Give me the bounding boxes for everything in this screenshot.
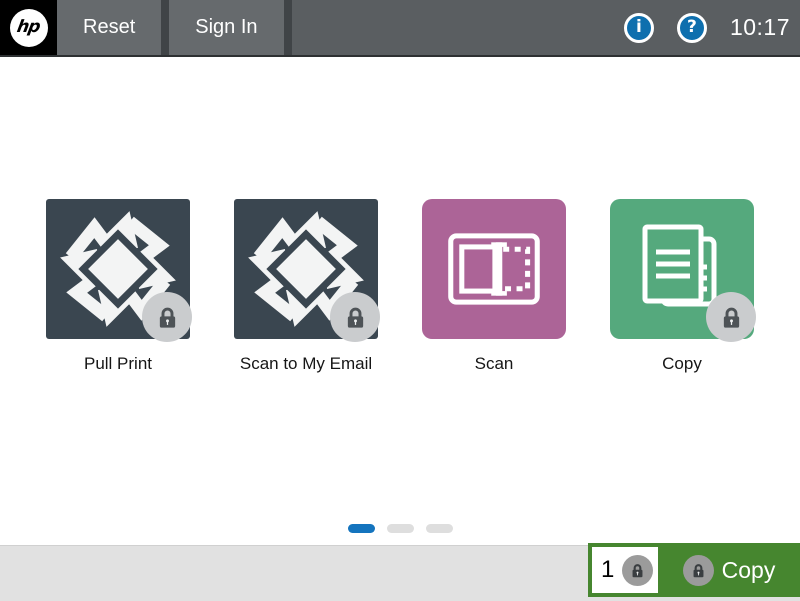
scan-tile[interactable] [422,199,566,339]
page-indicator [0,524,800,533]
home-apps-row: Pull Print [0,199,800,374]
hp-logo[interactable]: hp [0,0,57,55]
copy-tile[interactable] [610,199,754,339]
printer-home-screen: hp Reset Sign In i ? 10:17 [0,0,800,601]
tile-label: Pull Print [46,354,190,374]
info-icon[interactable]: i [624,13,654,43]
lock-badge [330,292,380,342]
copy-quantity-field[interactable]: 1 [592,547,658,593]
lock-badge [142,292,192,342]
lock-badge [706,292,756,342]
hp-logo-circle: hp [10,9,48,47]
help-icon[interactable]: ? [677,13,707,43]
clock: 10:17 [730,14,790,41]
sign-in-button[interactable]: Sign In [169,0,283,55]
reset-button[interactable]: Reset [57,0,161,55]
top-bar-spacer [292,0,624,55]
scan-to-my-email-tile[interactable] [234,199,378,339]
scanner-icon [448,232,540,306]
lock-badge [683,555,714,586]
help-icon-glyph: ? [687,19,697,36]
tile-label: Scan [422,354,566,374]
app-copy: Copy [610,199,754,374]
top-bar-divider [161,0,169,55]
app-pull-print: Pull Print [46,199,190,374]
tile-label: Copy [610,354,754,374]
copy-quantity-value: 1 [601,556,614,584]
app-scan: Scan [422,199,566,374]
page-dot-2[interactable] [387,524,414,533]
page-dot-1[interactable] [348,524,375,533]
lock-icon [718,304,745,331]
lock-icon [154,304,181,331]
hp-logo-text: hp [16,17,42,37]
info-icon-glyph: i [636,19,642,36]
tile-label: Scan to My Email [234,354,378,374]
lock-icon [629,562,646,579]
quick-copy-button[interactable]: Copy [658,543,800,597]
lock-icon [342,304,369,331]
pull-print-tile[interactable] [46,199,190,339]
quick-copy-label: Copy [722,557,776,584]
quick-copy-widget: 1 [588,543,800,597]
lock-badge [622,555,653,586]
lock-icon [690,562,707,579]
quick-action-bar: 1 [0,545,800,601]
top-bar-divider [284,0,292,55]
page-dot-3[interactable] [426,524,453,533]
app-scan-to-my-email: Scan to My Email [234,199,378,374]
top-bar: hp Reset Sign In i ? 10:17 [0,0,800,57]
